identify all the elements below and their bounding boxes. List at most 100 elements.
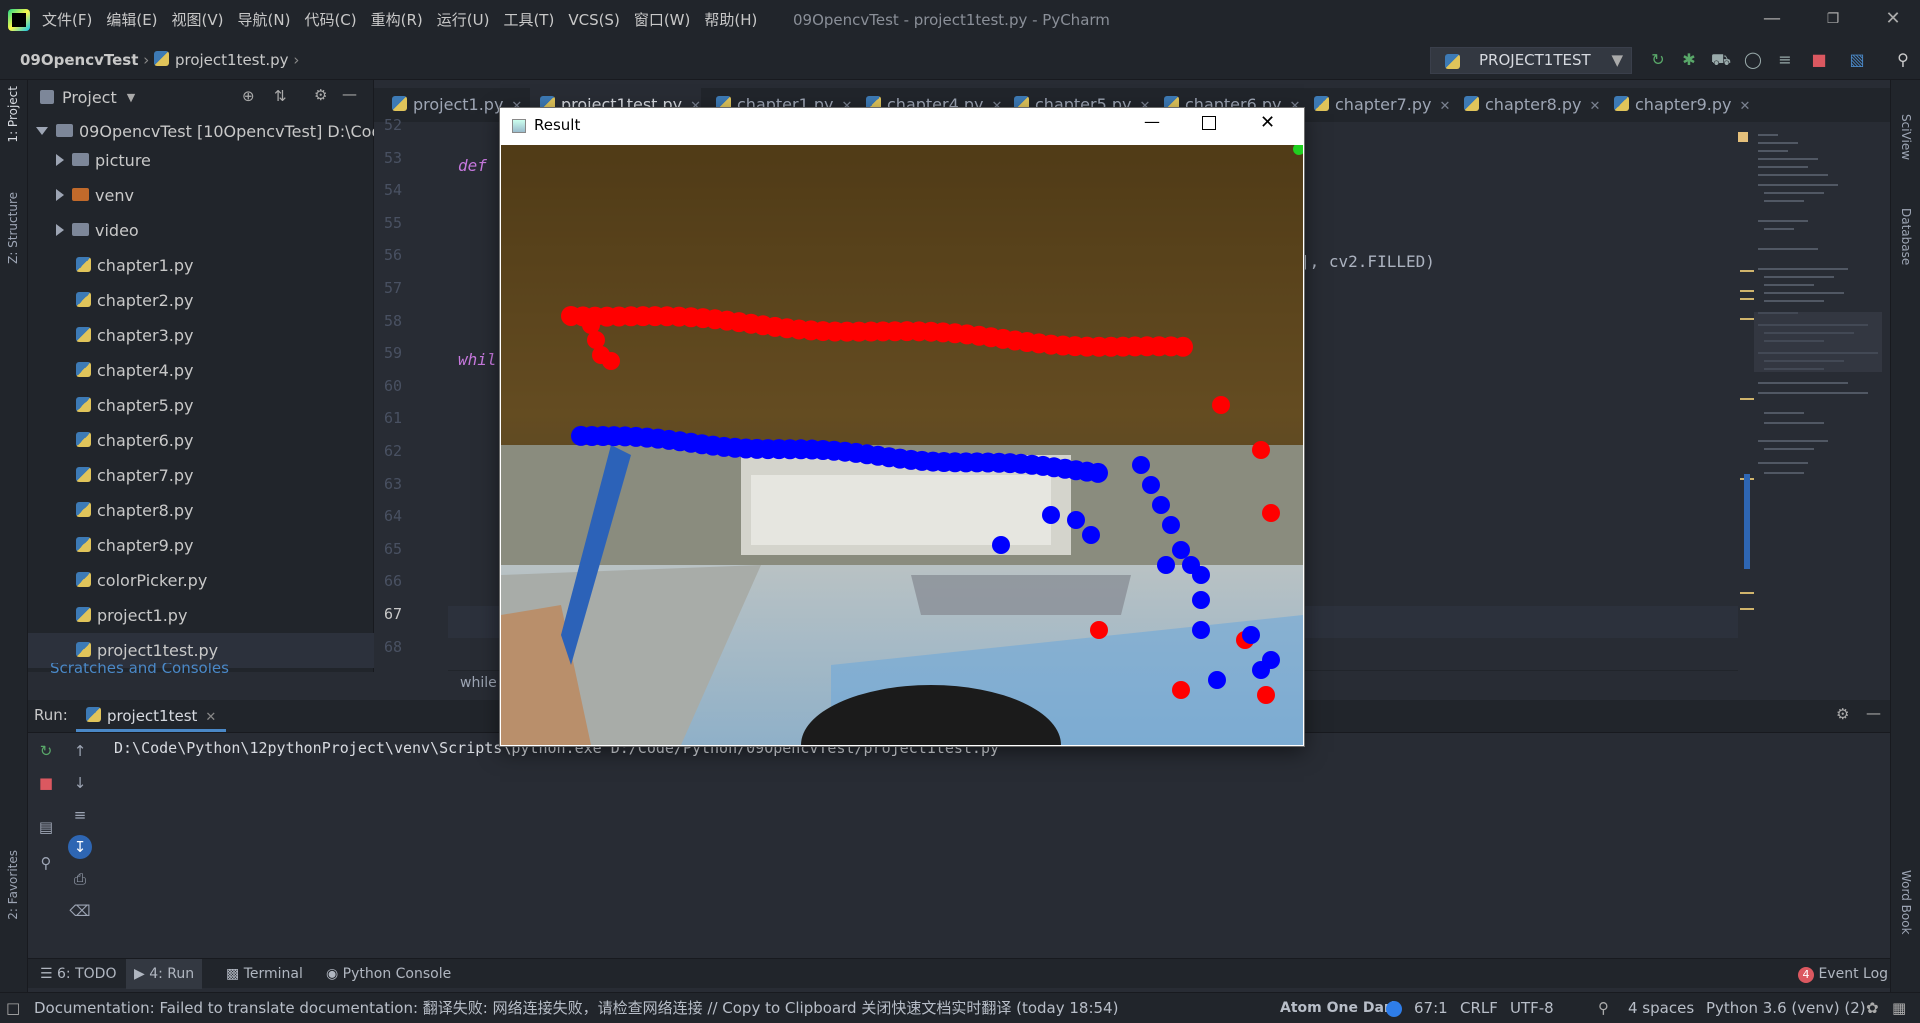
tree-folder-video[interactable]: video — [56, 213, 139, 248]
gear-icon[interactable]: ⚙ — [1836, 705, 1849, 723]
project-panel-header: Project ▼ ⊕ ⇅ ⚙ — — [28, 80, 374, 114]
tree-file[interactable]: chapter1.py — [76, 248, 193, 283]
tree-file[interactable]: project1.py — [76, 598, 187, 633]
breadcrumb-file[interactable]: project1test.py — [175, 51, 289, 69]
close-tab-icon[interactable]: ✕ — [1589, 99, 1600, 114]
profile-icon[interactable]: ◯ — [1742, 49, 1764, 71]
editor-tab[interactable]: chapter8.py ✕ — [1454, 88, 1600, 122]
tree-file[interactable]: chapter4.py — [76, 353, 193, 388]
lock-icon[interactable]: ⚲ — [1598, 993, 1609, 1023]
hide-icon[interactable]: — — [1866, 704, 1881, 722]
tab-run[interactable]: ▶ 4: Run — [126, 959, 203, 989]
tool-tab-favorites[interactable]: 2: Favorites — [6, 850, 20, 920]
tool-tab-database[interactable]: Database — [1899, 208, 1913, 265]
menu-code[interactable]: 代码(C) — [304, 0, 356, 40]
menu-file[interactable]: 文件(F) — [42, 0, 92, 40]
run-tab[interactable]: project1test ✕ — [76, 700, 227, 732]
menu-view[interactable]: 视图(V) — [172, 0, 224, 40]
tab-terminal[interactable]: ▩ Terminal — [226, 959, 303, 989]
minimize-icon[interactable]: — — [1144, 112, 1160, 131]
editor-tab[interactable]: chapter9.py ✕ — [1604, 88, 1750, 122]
encoding[interactable]: UTF-8 — [1510, 993, 1554, 1023]
tree-file[interactable]: chapter8.py — [76, 493, 193, 528]
editor-breadcrumb[interactable]: while — [460, 675, 497, 691]
search-icon[interactable]: ⚲ — [1892, 49, 1914, 71]
pin-icon[interactable]: ⚲ — [34, 851, 58, 875]
menu-vcs[interactable]: VCS(S) — [568, 0, 619, 40]
theme-label[interactable]: Atom One Dark — [1280, 993, 1400, 1023]
memory-icon[interactable]: ▦ — [1892, 993, 1906, 1023]
indent[interactable]: 4 spaces — [1628, 993, 1694, 1023]
tab-event-log[interactable]: 4 Event Log — [1798, 959, 1888, 989]
cursor-position[interactable]: 67:1 — [1414, 993, 1448, 1023]
expand-icon[interactable] — [36, 126, 48, 135]
rerun-icon[interactable]: ↻ — [1647, 49, 1669, 71]
coverage-icon[interactable]: ⛟ — [1710, 49, 1732, 71]
gear-icon[interactable]: ⚙ — [314, 86, 327, 104]
menu-help[interactable]: 帮助(H) — [704, 0, 757, 40]
up-arrow-icon[interactable]: ↑ — [68, 739, 92, 763]
layout-icon[interactable]: ▤ — [34, 815, 58, 839]
close-icon[interactable]: ✕ — [1260, 112, 1275, 133]
stop-icon[interactable]: ■ — [34, 771, 58, 795]
menu-run[interactable]: 运行(U) — [437, 0, 490, 40]
tree-file[interactable]: chapter5.py — [76, 388, 193, 423]
stop-icon[interactable]: ■ — [1808, 49, 1830, 71]
tree-folder-picture[interactable]: picture — [56, 143, 151, 178]
print-icon[interactable]: ⎙ — [68, 867, 92, 891]
menu-window[interactable]: 窗口(W) — [634, 0, 691, 40]
menu-edit[interactable]: 编辑(E) — [106, 0, 157, 40]
hide-icon[interactable]: — — [342, 85, 357, 103]
minimize-icon[interactable]: — — [1747, 0, 1797, 40]
tool-tab-sciview[interactable]: SciView — [1899, 114, 1913, 160]
menu-navigate[interactable]: 导航(N) — [238, 0, 291, 40]
expand-icon[interactable] — [56, 153, 64, 166]
chevron-down-icon[interactable]: ▼ — [127, 91, 135, 104]
layout-icon[interactable]: □ — [6, 993, 20, 1023]
interpreter[interactable]: Python 3.6 (venv) (2) — [1706, 993, 1866, 1023]
tree-file[interactable]: chapter3.py — [76, 318, 193, 353]
tool-tab-structure[interactable]: Z: Structure — [6, 192, 20, 264]
menu-refactor[interactable]: 重构(R) — [371, 0, 423, 40]
tab-python-console[interactable]: ◉ Python Console — [326, 959, 451, 989]
close-tab-icon[interactable]: ✕ — [1439, 99, 1450, 114]
menu-tools[interactable]: 工具(T) — [503, 0, 554, 40]
tool-tab-wordbook[interactable]: Word Book — [1899, 870, 1913, 935]
debug-icon[interactable]: ✱ — [1678, 49, 1700, 71]
down-arrow-icon[interactable]: ↓ — [68, 771, 92, 795]
run-configuration-select[interactable]: PROJECT1TEST ▼ — [1430, 47, 1632, 74]
close-icon[interactable]: ✕ — [1868, 0, 1918, 40]
project-panel-title[interactable]: Project — [62, 88, 117, 107]
tree-file[interactable]: chapter7.py — [76, 458, 193, 493]
tree-file[interactable]: chapter9.py — [76, 528, 193, 563]
paw-icon[interactable]: ✿ — [1866, 993, 1879, 1023]
tree-file[interactable]: chapter6.py — [76, 423, 193, 458]
expand-icon[interactable] — [56, 223, 64, 236]
translate-icon[interactable]: ▧ — [1846, 49, 1868, 71]
restore-icon[interactable]: ❐ — [1808, 0, 1858, 40]
editor-tab[interactable]: chapter7.py ✕ — [1304, 88, 1450, 122]
tree-scratches[interactable]: Scratches and Consoles — [50, 663, 229, 673]
build-icon[interactable]: ≡ — [1774, 49, 1796, 71]
tree-folder-venv[interactable]: venv — [56, 178, 134, 213]
rerun-icon[interactable]: ↻ — [34, 739, 58, 763]
scroll-to-end-icon[interactable]: ↧ — [68, 835, 92, 859]
result-window[interactable]: Result — ✕ — [500, 108, 1304, 746]
tree-file[interactable]: colorPicker.py — [76, 563, 207, 598]
collapse-icon[interactable]: ⇅ — [274, 87, 287, 105]
tab-todo[interactable]: ☰ 6: TODO — [40, 959, 116, 989]
breadcrumb-project[interactable]: 09OpencvTest — [20, 51, 138, 69]
expand-icon[interactable] — [56, 188, 64, 201]
locate-icon[interactable]: ⊕ — [242, 87, 255, 105]
close-tab-icon[interactable]: ✕ — [205, 710, 216, 725]
result-window-titlebar[interactable]: Result — ✕ — [500, 108, 1304, 144]
maximize-icon[interactable] — [1202, 116, 1216, 130]
tree-file[interactable]: chapter2.py — [76, 283, 193, 318]
close-tab-icon[interactable]: ✕ — [1739, 99, 1750, 114]
trash-icon[interactable]: ⌫ — [68, 899, 92, 923]
tool-tab-project[interactable]: 1: Project — [6, 86, 20, 143]
status-message[interactable]: Documentation: Failed to translate docum… — [34, 993, 1118, 1023]
soft-wrap-icon[interactable]: ≡ — [68, 803, 92, 827]
code-minimap[interactable] — [1738, 122, 1890, 670]
line-ending[interactable]: CRLF — [1460, 993, 1498, 1023]
